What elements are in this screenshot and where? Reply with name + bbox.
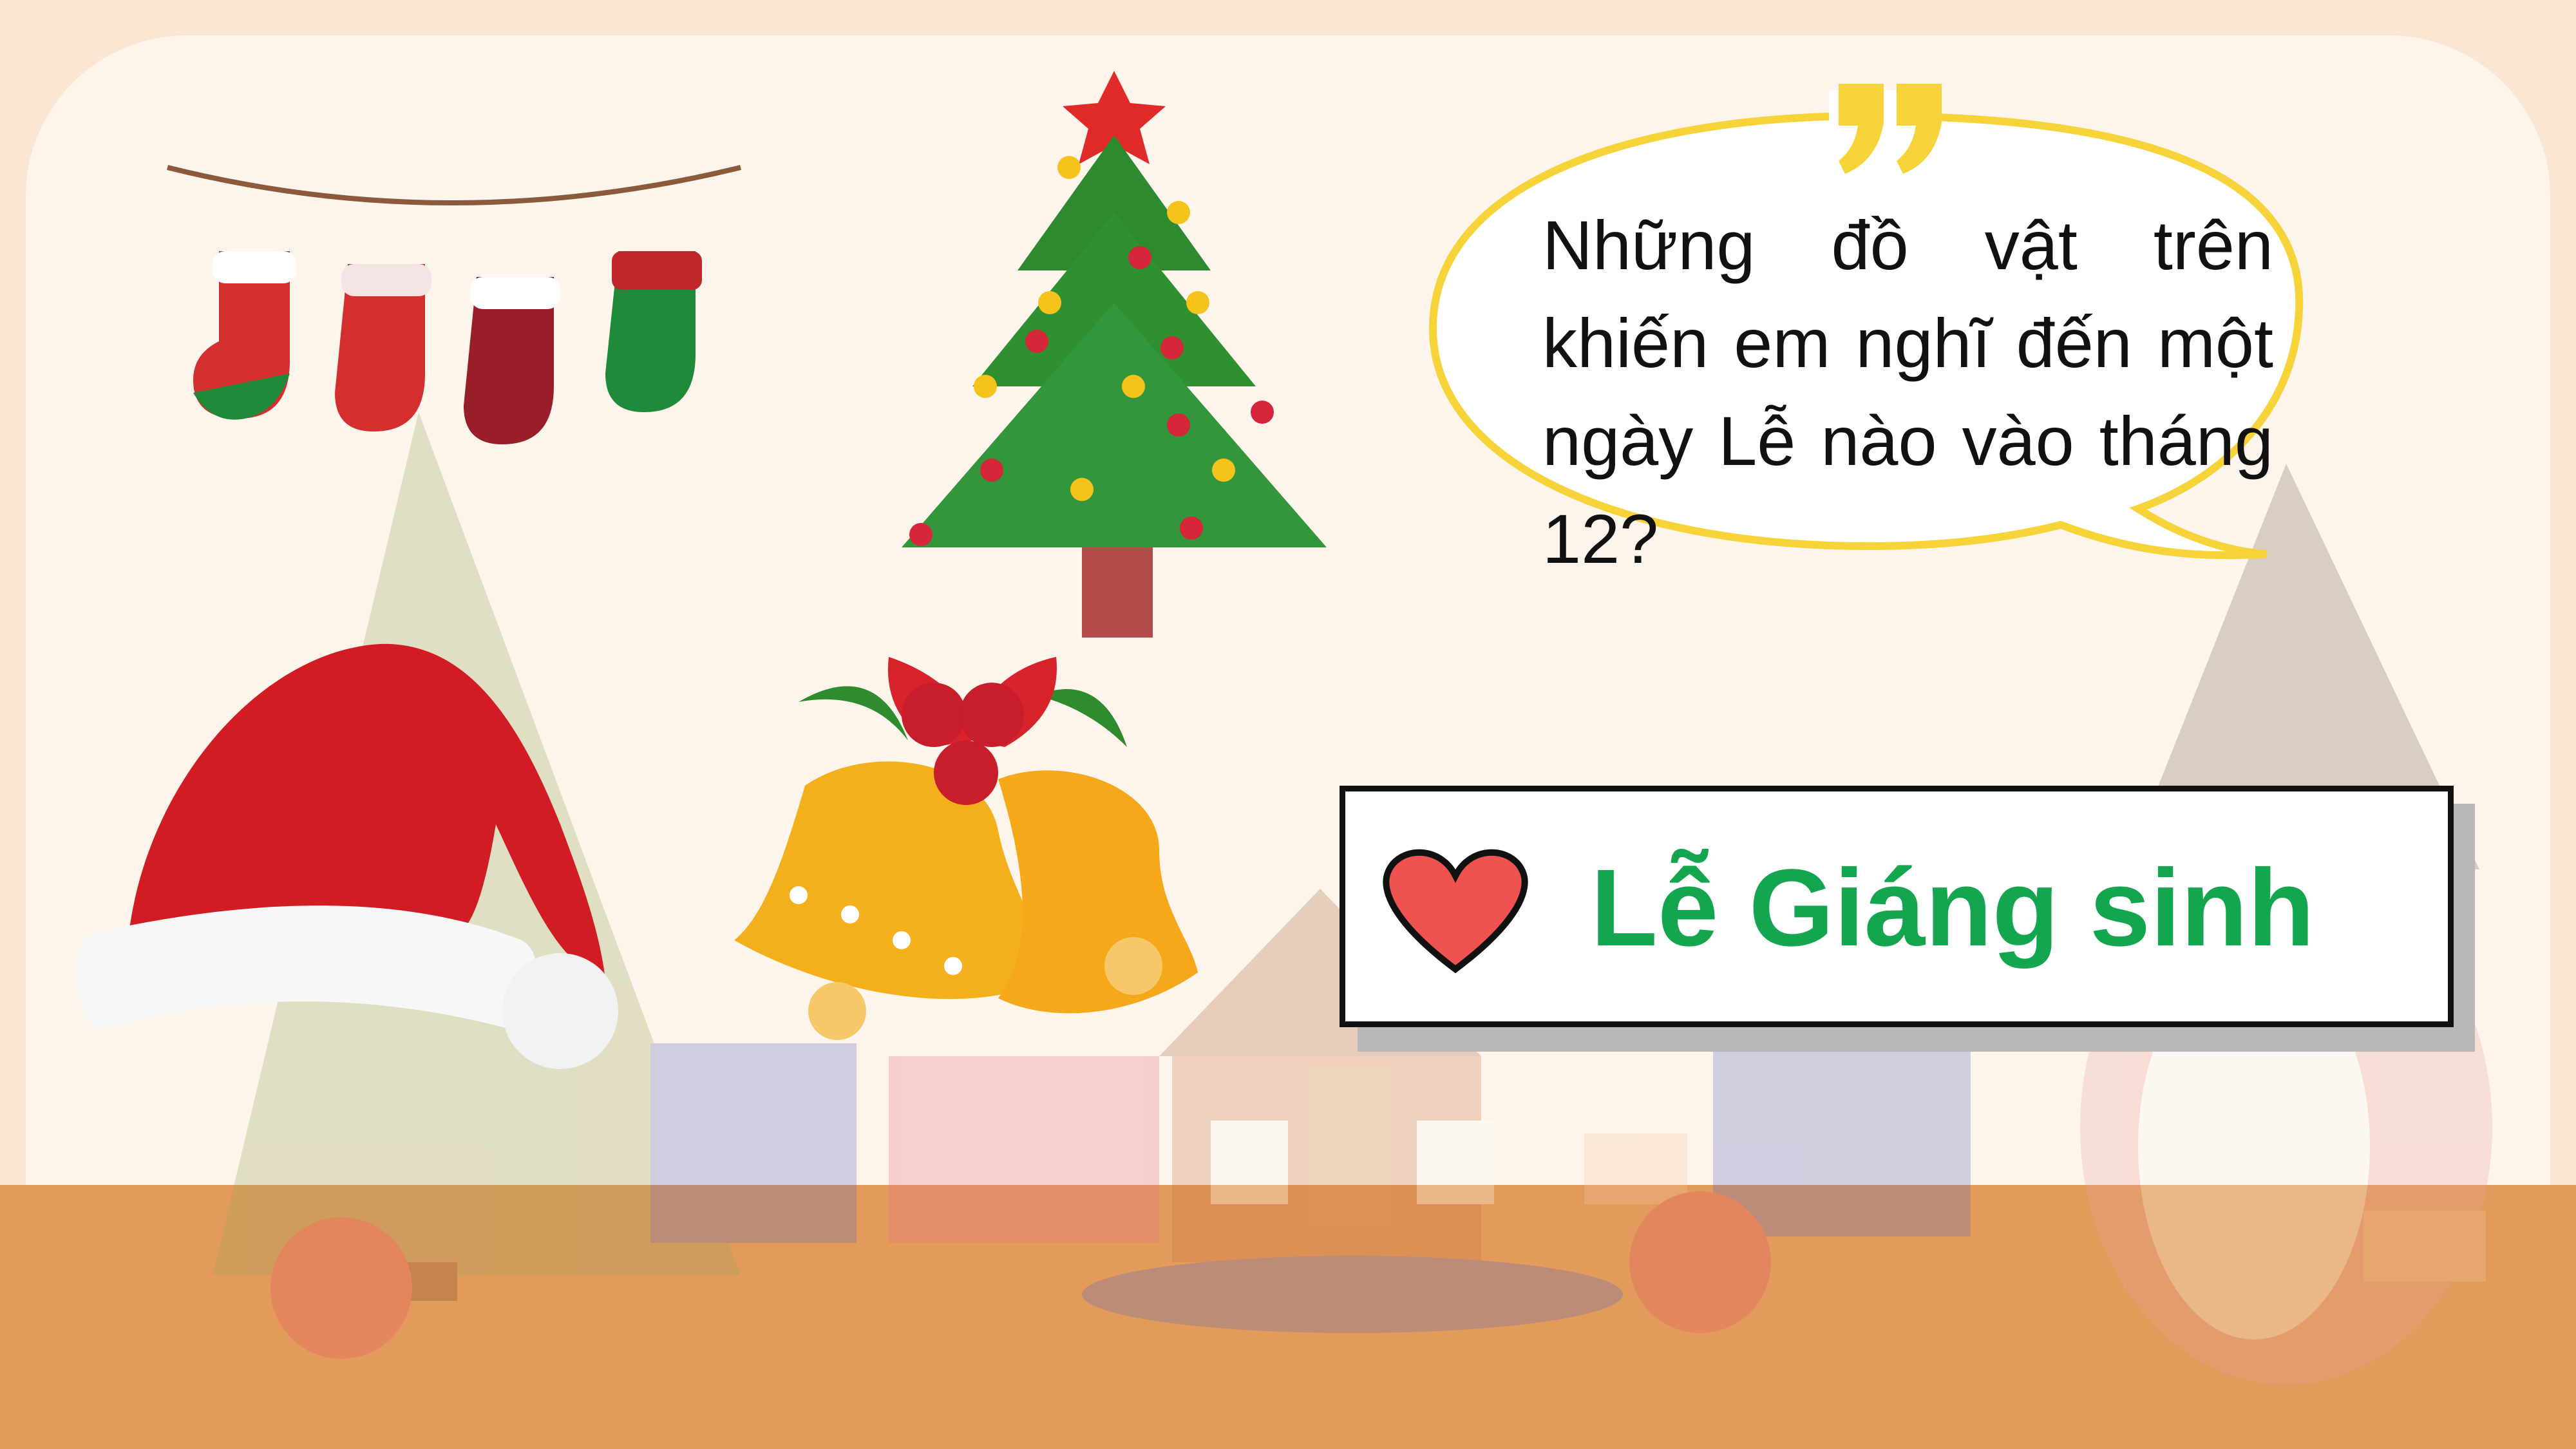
answer-text: Lễ Giáng sinh — [1591, 847, 2315, 969]
santa-hat-icon — [76, 643, 618, 1069]
christmas-stockings-icon — [167, 165, 741, 444]
jingle-bells-icon — [734, 657, 1198, 1040]
christmas-tree-icon — [902, 71, 1327, 638]
heart-icon — [1383, 849, 1528, 974]
question-text: Những đồ vật trên khiến em nghĩ đến một … — [1542, 206, 2273, 578]
